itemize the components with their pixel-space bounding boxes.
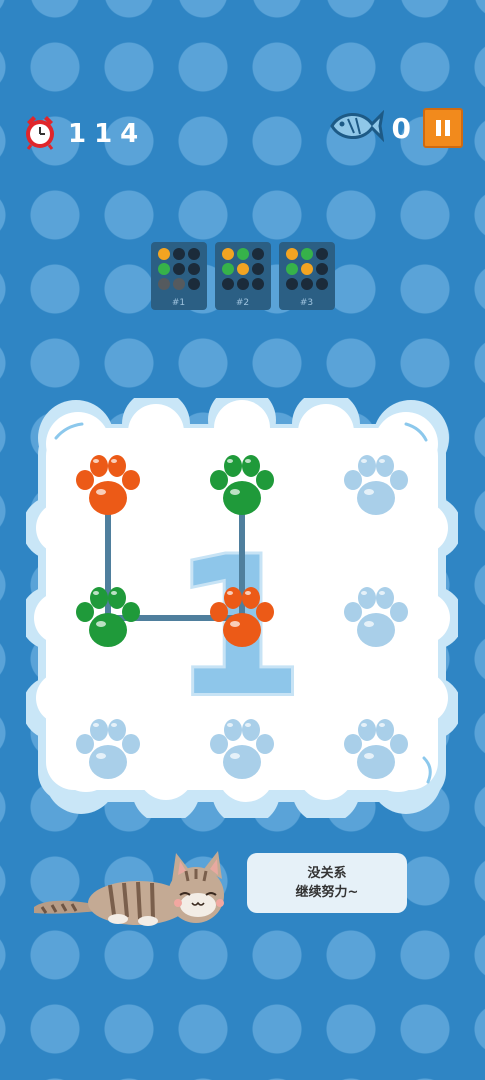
pattern-dot-orange — [300, 263, 313, 275]
pattern-card-1[interactable]: #1 — [150, 242, 207, 310]
pattern-dot-orange — [221, 248, 234, 260]
alarm-clock-icon — [22, 113, 58, 155]
pause-button[interactable] — [423, 108, 463, 148]
pattern-dot-dark — [251, 263, 264, 275]
pattern-dot-green — [236, 248, 249, 260]
paw-orange-r1-c1[interactable] — [206, 582, 278, 654]
paw-empty-r1-c2[interactable] — [340, 582, 412, 654]
fish-icon — [328, 106, 384, 150]
paw-green-r1-c0[interactable] — [72, 582, 144, 654]
paw-empty-r2-c1[interactable] — [206, 714, 278, 786]
sleeping-cat — [28, 845, 238, 934]
pattern-dot-gray — [172, 278, 185, 290]
pattern-dot-dark — [172, 263, 185, 275]
pattern-list: #1 #2 #3 — [0, 242, 485, 310]
pattern-label: #1 — [171, 298, 186, 308]
pattern-dot-green — [300, 248, 313, 260]
game-board: 1 — [26, 398, 458, 818]
pattern-dot-dark — [315, 263, 328, 275]
paw-empty-r2-c2[interactable] — [340, 714, 412, 786]
paw-icon — [76, 455, 140, 515]
paw-icon — [344, 587, 408, 647]
message-bubble: 没关系 继续努力~ — [247, 853, 407, 913]
pattern-card-3[interactable]: #3 — [278, 242, 335, 310]
pattern-dot-dark — [187, 248, 200, 260]
pattern-dot-green — [285, 263, 298, 275]
pattern-dot-dark — [187, 278, 200, 290]
pattern-grid — [221, 248, 264, 290]
paw-icon — [76, 719, 140, 779]
pattern-dot-dark — [251, 278, 264, 290]
paw-icon — [76, 587, 140, 647]
paw-empty-r0-c2[interactable] — [340, 450, 412, 522]
pattern-dot-orange — [285, 248, 298, 260]
paw-orange-r0-c0[interactable] — [72, 450, 144, 522]
paw-icon — [344, 455, 408, 515]
pattern-dot-orange — [236, 263, 249, 275]
pattern-dot-dark — [236, 278, 249, 290]
pattern-grid — [285, 248, 328, 290]
pattern-grid — [157, 248, 200, 290]
pattern-dot-orange — [157, 248, 170, 260]
pause-icon — [436, 120, 450, 136]
paw-empty-r2-c0[interactable] — [72, 714, 144, 786]
fish-count: 0 — [391, 111, 411, 145]
paw-green-r0-c1[interactable] — [206, 450, 278, 522]
timer: 114 — [22, 114, 146, 154]
pattern-dot-dark — [172, 248, 185, 260]
pattern-dot-dark — [315, 248, 328, 260]
message-line-2: 继续努力~ — [295, 885, 359, 900]
pattern-dot-green — [221, 263, 234, 275]
pattern-dot-gray — [157, 278, 170, 290]
paw-icon — [210, 455, 274, 515]
paw-icon — [210, 587, 274, 647]
pattern-dot-dark — [251, 248, 264, 260]
pattern-dot-dark — [300, 278, 313, 290]
paw-icon — [210, 719, 274, 779]
pattern-dot-dark — [187, 263, 200, 275]
message-line-1: 没关系 — [307, 866, 347, 881]
hud-right: 0 — [328, 108, 463, 148]
pattern-label: #3 — [299, 298, 314, 308]
paw-icon — [344, 719, 408, 779]
timer-value: 114 — [68, 119, 147, 149]
pattern-dot-dark — [221, 278, 234, 290]
pattern-card-2[interactable]: #2 — [214, 242, 271, 310]
pattern-dot-green — [157, 263, 170, 275]
pattern-label: #2 — [235, 298, 250, 308]
pattern-dot-dark — [315, 278, 328, 290]
pattern-dot-dark — [285, 278, 298, 290]
